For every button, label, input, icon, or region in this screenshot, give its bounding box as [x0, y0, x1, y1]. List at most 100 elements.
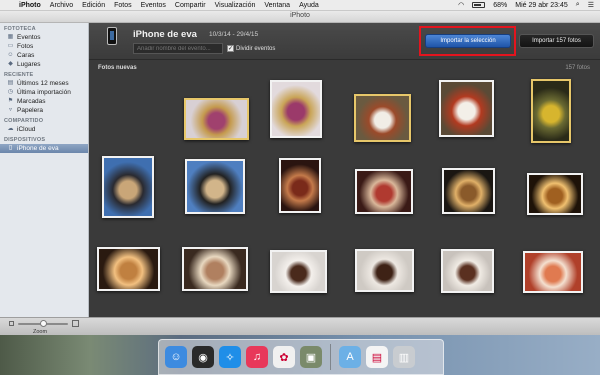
calendar-icon: ▤ — [7, 80, 14, 86]
split-events-label: Dividir eventos — [236, 45, 276, 52]
photo-thumbnail[interactable] — [355, 249, 414, 292]
photo-thumbnail[interactable] — [441, 249, 494, 293]
photo-thumbnail[interactable] — [439, 80, 494, 137]
battery-percent: 68% — [493, 1, 508, 9]
sidebar-item-label: Papelera — [17, 107, 44, 114]
import-toolbar: iPhone de eva 10/3/14 - 29/4/15 ✓ Dividi… — [89, 23, 600, 60]
sidebar-item-photos[interactable]: ▭ Fotos — [0, 42, 88, 51]
wifi-icon[interactable]: ◠ — [458, 1, 464, 9]
import-view: iPhone de eva 10/3/14 - 29/4/15 ✓ Dividi… — [89, 23, 600, 317]
event-name-input[interactable] — [133, 43, 223, 54]
sidebar-header-recent: RECIENTE — [4, 72, 34, 78]
photo-thumbnail[interactable] — [182, 247, 248, 291]
import-selection-button[interactable]: Importar la selección — [425, 34, 511, 48]
battery-icon[interactable] — [472, 2, 486, 8]
sidebar-item-faces[interactable]: ☺ Caras — [0, 51, 88, 60]
status-area: ◠ 68% Mié 29 abr 23:45 ⌕ ☰ — [458, 1, 594, 9]
applications-folder-icon[interactable]: A — [339, 346, 361, 368]
section-label: Fotos nuevas — [98, 65, 137, 71]
device-name: iPhone de eva — [133, 29, 197, 40]
trash-icon[interactable]: ▥ — [393, 346, 415, 368]
menu-fotos[interactable]: Fotos — [114, 2, 132, 9]
sidebar-header-devices: DISPOSITIVOS — [4, 137, 46, 143]
photo-thumbnail[interactable] — [527, 173, 583, 215]
clock[interactable]: Mié 29 abr 23:45 — [515, 2, 568, 9]
sidebar-item-label: Fotos — [17, 43, 34, 50]
menu-visualizacion[interactable]: Visualización — [215, 2, 256, 9]
sidebar-item-flagged[interactable]: ⚑ Marcadas — [0, 97, 88, 106]
sidebar-item-events[interactable]: ▦ Eventos — [0, 33, 88, 42]
menu-edicion[interactable]: Edición — [82, 2, 105, 9]
sidebar-item-label: Eventos — [17, 34, 41, 41]
preview-icon[interactable]: ▣ — [300, 346, 322, 368]
photo-thumbnail[interactable] — [270, 80, 322, 138]
safari-icon[interactable]: ✧ — [219, 346, 241, 368]
sidebar-item-label: Última importación — [17, 89, 71, 96]
menu-list-icon[interactable]: ☰ — [588, 1, 594, 9]
dock-separator — [330, 344, 331, 370]
photo-thumbnail[interactable] — [531, 79, 571, 143]
split-events-option[interactable]: ✓ Dividir eventos — [227, 45, 275, 52]
iphone-device-icon — [107, 27, 117, 45]
date-range: 10/3/14 - 29/4/15 — [209, 31, 259, 38]
trash-icon: ▿ — [8, 107, 12, 113]
menu-compartir[interactable]: Compartir — [175, 2, 206, 9]
photo-thumbnail[interactable] — [185, 159, 245, 214]
zoom-slider[interactable] — [18, 320, 68, 327]
flag-icon: ⚑ — [7, 98, 14, 104]
sidebar-item-iphone[interactable]: ▯ iPhone de eva — [0, 144, 88, 153]
photo-thumbnail[interactable] — [102, 156, 154, 218]
menu-archivo[interactable]: Archivo — [50, 2, 73, 9]
import-all-button[interactable]: Importar 157 fotos — [519, 34, 594, 48]
faces-icon: ☺ — [7, 52, 14, 58]
sidebar-header-shared: COMPARTIDO — [4, 118, 44, 124]
sidebar-item-label: Lugares — [17, 61, 41, 68]
sidebar-item-label: Últimos 12 meses — [17, 80, 69, 87]
places-icon: ◆ — [8, 61, 13, 67]
menu-iphoto[interactable]: iPhoto — [19, 2, 41, 9]
sidebar-item-last-12-months[interactable]: ▤ Últimos 12 meses — [0, 79, 88, 88]
itunes-icon[interactable]: ♫ — [246, 346, 268, 368]
sidebar-item-label: iPhone de eva — [17, 145, 59, 152]
sidebar-item-label: Marcadas — [17, 98, 46, 105]
menu-ventana[interactable]: Ventana — [264, 2, 290, 9]
sidebar-item-trash[interactable]: ▿ Papelera — [0, 106, 88, 115]
cloud-icon: ☁ — [7, 126, 14, 132]
menu-ayuda[interactable]: Ayuda — [299, 2, 319, 9]
window-title: iPhoto — [290, 12, 310, 19]
dashboard-icon[interactable]: ◉ — [192, 346, 214, 368]
events-icon: ▦ — [7, 34, 14, 40]
sidebar-item-last-import[interactable]: ◷ Última importación — [0, 88, 88, 97]
photos-icon[interactable]: ✿ — [273, 346, 295, 368]
zoom-in-icon[interactable] — [72, 320, 79, 327]
sidebar-item-label: Caras — [17, 52, 35, 59]
dock: ☺ ◉ ✧ ♫ ✿ ▣ A ▤ ▥ — [158, 339, 444, 375]
finder-icon[interactable]: ☺ — [165, 346, 187, 368]
photo-count: 157 fotos — [565, 65, 590, 71]
photo-thumbnail[interactable] — [442, 168, 495, 214]
photos-icon: ▭ — [7, 43, 14, 49]
photo-thumbnail[interactable] — [354, 94, 411, 142]
photo-thumbnail[interactable] — [184, 98, 249, 140]
photo-thumbnail[interactable] — [97, 247, 160, 291]
photo-thumbnail[interactable] — [279, 158, 321, 213]
document-icon[interactable]: ▤ — [366, 346, 388, 368]
menu-eventos[interactable]: Eventos — [141, 2, 166, 9]
zoom-out-icon[interactable] — [9, 321, 14, 326]
zoom-slider-knob[interactable] — [40, 320, 47, 327]
sidebar: FOTOTECA ▦ Eventos ▭ Fotos ☺ Caras ◆ Lugares… — [0, 23, 89, 317]
sidebar-header-library: FOTOTECA — [4, 26, 36, 32]
photo-thumbnail[interactable] — [523, 251, 583, 293]
clock-icon: ◷ — [7, 89, 14, 95]
photo-thumbnail[interactable] — [355, 169, 413, 214]
sidebar-item-places[interactable]: ◆ Lugares — [0, 60, 88, 69]
window-titlebar: iPhoto — [0, 11, 600, 23]
search-icon[interactable]: ⌕ — [576, 1, 580, 9]
photo-thumbnail[interactable] — [270, 250, 327, 293]
sidebar-item-label: iCloud — [17, 126, 36, 133]
bottom-toolbar: Zoom — [0, 317, 600, 335]
menu-bar: iPhoto Archivo Edición Fotos Eventos Com… — [0, 0, 600, 11]
split-events-checkbox[interactable]: ✓ — [227, 45, 234, 52]
sidebar-item-icloud[interactable]: ☁ iCloud — [0, 125, 88, 134]
iphone-icon: ▯ — [8, 145, 13, 151]
